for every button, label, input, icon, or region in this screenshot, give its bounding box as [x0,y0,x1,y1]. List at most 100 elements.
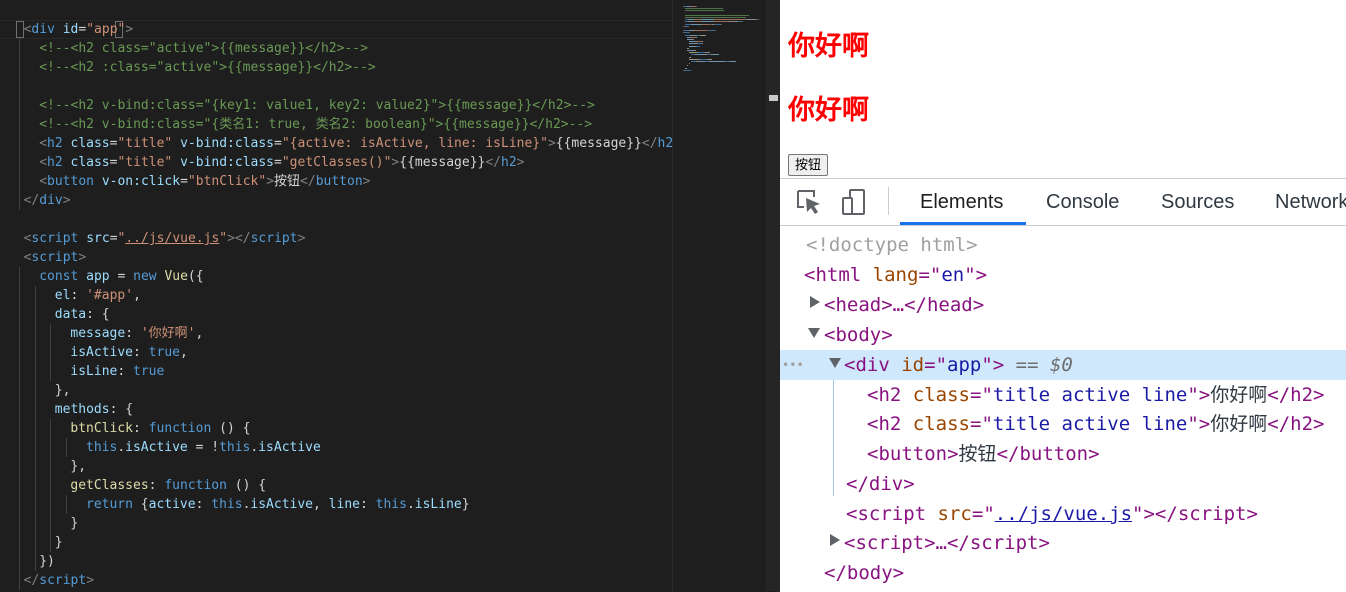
code-token: {{message}} [399,155,486,170]
code-token: h2 [47,155,63,170]
code-token: , [179,345,188,360]
code-line[interactable]: return {active: this. isActive, line: thi… [86,495,470,514]
code-token: , [195,326,204,341]
tree-script-src[interactable]: <script src="../js/vue.js"></script> [846,499,1258,529]
code-token: { [132,497,149,512]
tab-console[interactable]: Console [1046,179,1119,225]
collapse-div-triangle[interactable] [829,358,841,368]
tab-elements[interactable]: Elements [920,179,1003,225]
tree-token: button [1019,443,1089,465]
code-token: div [39,193,63,208]
tab-sources[interactable]: Sources [1161,179,1234,225]
tree-token: </ [1267,384,1291,406]
code-line[interactable]: isLine: true [70,362,164,381]
minimap-mark [689,56,691,58]
code-line[interactable]: <!--<h2 v-bind:class="{key1: value1, key… [39,96,595,115]
code-token: > [78,250,87,265]
tree-doctype[interactable]: <!doctype html> [806,230,978,260]
code-line[interactable]: </script> [24,571,94,590]
code-token: () { [226,478,267,493]
tree-script-inline[interactable]: <script>…</script> [844,528,1050,558]
code-line[interactable]: <script> [24,248,87,267]
code-line[interactable]: <button v-on:click="btnClick">按钮</button… [39,172,370,191]
tree-h2-second[interactable]: <h2 class="title active line">你好啊</h2> [867,409,1325,439]
code-token: > [516,155,525,170]
code-token: = [274,136,282,151]
code-line[interactable]: el: '#app', [55,286,141,305]
tree-token: < [804,264,816,286]
code-line[interactable]: data: { [55,305,110,324]
tree-token: title active line [992,413,1188,435]
code-line[interactable]: btnClick: function () { [70,419,250,438]
tree-head[interactable]: <head>…</head> [824,290,984,320]
code-line[interactable]: isActive: true, [70,343,187,362]
tree-button[interactable]: <button>按钮</button> [867,439,1100,469]
code-line[interactable]: methods: { [55,400,133,419]
expand-head-triangle[interactable] [810,296,820,308]
tree-token: < [824,294,836,316]
inspect-element-icon[interactable] [794,187,824,217]
tree-token: "> [981,354,1005,376]
code-token: getClasses [70,478,149,493]
collapse-body-triangle[interactable] [808,328,820,338]
code-line[interactable]: }) [39,552,55,571]
code-line[interactable]: }, [55,381,71,400]
code-token: = [180,174,188,189]
tree-token: > [947,443,959,465]
tree-token: html [815,264,862,286]
code-editor[interactable]: <div id="app"> <!--<h2 class="active">{{m… [0,0,672,591]
tree-html-open[interactable]: <html lang="en"> [804,260,987,290]
code-token: . [406,497,415,512]
code-line[interactable]: } [70,514,78,533]
minimap-mark [712,54,719,56]
code-token: </ [641,136,658,151]
code-line[interactable]: <!--<h2 v-bind:class="{类名1: true, 类名2: b… [39,115,592,134]
code-token: src [86,231,110,246]
code-token: isLine [414,497,462,512]
tree-h2-first[interactable]: <h2 class="title active line">你好啊</h2> [867,380,1325,410]
editor-minimap[interactable] [672,0,767,591]
page-button[interactable]: 按钮 [788,154,829,176]
scrollbar-thumb[interactable] [769,95,778,101]
tree-token: > [1313,384,1325,406]
tab-network[interactable]: Network [1275,179,1346,225]
code-line[interactable]: message: '你好啊', [70,324,203,343]
code-token: '#app' [86,288,134,303]
code-line[interactable]: <script src="../js/vue.js"></script> [24,229,306,248]
code-line[interactable]: <h2 class="title" v-bind:class="{active:… [39,134,672,153]
expand-script-triangle[interactable] [830,534,840,546]
code-token: isActive [250,497,314,512]
tree-body-close[interactable]: </body> [824,558,904,588]
code-line[interactable]: } [55,533,63,552]
code-line[interactable]: }, [70,457,86,476]
code-token: ></ [227,231,251,246]
code-token: <!--<h2 class="active">{{message}}</h2>-… [39,41,368,56]
tree-token: lang [872,264,919,286]
code-line[interactable]: this.isActive = !this.isActive [86,438,321,457]
tree-token: </ [1267,413,1291,435]
minimap-mark [710,61,717,62]
editor-scrollbar[interactable] [766,0,780,591]
code-token: el [54,288,71,303]
tree-body-open[interactable]: <body> [824,320,893,350]
indent-guide [66,438,67,457]
code-line[interactable]: </div> [24,191,71,210]
code-line[interactable]: <!--<h2 class="active">{{message}}</h2>-… [39,39,368,58]
tree-token: < [867,384,879,406]
code-token: " [219,231,228,246]
device-toolbar-icon[interactable] [840,187,870,217]
code-line[interactable]: <h2 class="title" v-bind:class="getClass… [39,153,524,172]
minimap-mark [689,58,698,60]
tree-token: head [926,294,973,316]
code-line[interactable]: <div id="app"> [24,20,134,39]
code-line[interactable]: const app = new Vue({ [39,267,203,286]
tree-div-app[interactable]: <div id="app"> == $0 [844,350,1073,380]
code-token: script [39,573,87,588]
code-token: '你好啊' [140,326,196,341]
tree-token: > [1313,413,1325,435]
code-line[interactable]: <!--<h2 :class="active">{{message}}</h2>… [39,58,376,77]
tree-div-close[interactable]: </div> [846,469,915,499]
node-actions-ellipsis[interactable]: ••• [782,350,804,380]
code-token: < [39,174,48,189]
code-line[interactable]: getClasses: function () { [70,476,266,495]
